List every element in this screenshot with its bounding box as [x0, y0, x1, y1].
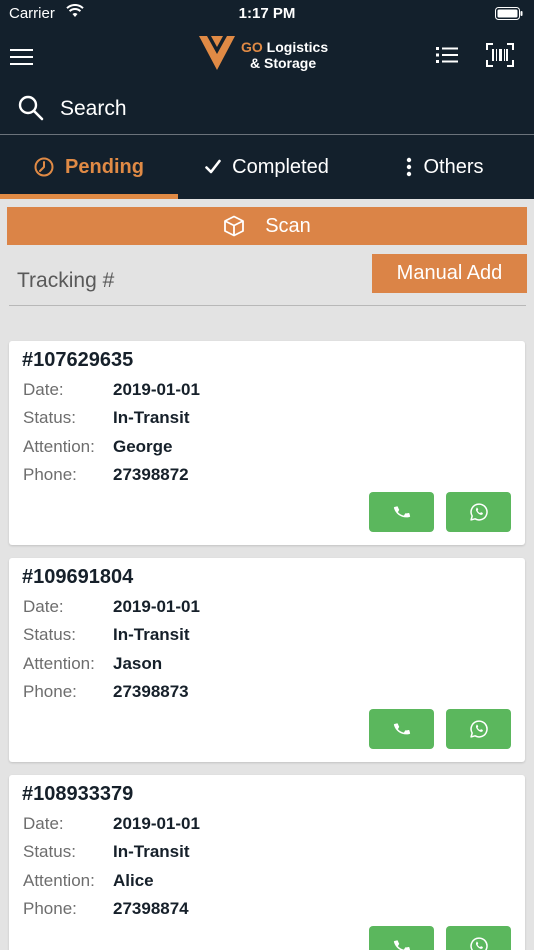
date-label: Date: [23, 814, 64, 833]
search-input[interactable]: Search [60, 97, 127, 121]
whatsapp-button[interactable] [446, 709, 511, 749]
box-icon [223, 215, 245, 237]
attention-value: Jason [113, 654, 163, 673]
whatsapp-icon [469, 503, 488, 521]
whatsapp-icon [469, 720, 488, 738]
vertical-dots-icon [406, 157, 412, 177]
date-label: Date: [23, 380, 64, 399]
brand-go: GO [241, 39, 263, 55]
checkmark-icon [205, 159, 221, 175]
status-label: Status: [23, 842, 76, 861]
status-value: In-Transit [113, 842, 190, 861]
hamburger-menu-icon[interactable] [10, 47, 34, 67]
phone-value: 27398873 [113, 682, 189, 701]
list-view-icon[interactable] [436, 46, 458, 69]
search-bar[interactable]: Search [0, 84, 534, 134]
tab-pending[interactable]: Pending [0, 135, 178, 199]
call-button[interactable] [369, 492, 434, 532]
shipment-card[interactable]: #107629635 Date: 2019-01-01 Status: In-T… [9, 341, 525, 545]
date-value: 2019-01-01 [113, 597, 200, 616]
date-value: 2019-01-01 [113, 814, 200, 833]
tracking-placeholder: Tracking # [17, 269, 115, 292]
tab-completed[interactable]: Completed [178, 135, 356, 199]
call-button[interactable] [369, 926, 434, 950]
brand-name: Logistics [266, 39, 329, 55]
clock-time: 1:17 PM [238, 5, 296, 22]
whatsapp-button[interactable] [446, 492, 511, 532]
whatsapp-icon [469, 937, 488, 950]
manual-add-button[interactable]: Manual Add [372, 254, 527, 293]
attention-label: Attention: [23, 654, 95, 673]
tracking-number: #107629635 [22, 349, 134, 371]
shipment-card[interactable]: #108933379 Date: 2019-01-01 Status: In-T… [9, 775, 525, 950]
brand-logo: GO Logistics & Storage [198, 35, 338, 73]
attention-value: Alice [113, 871, 154, 890]
attention-label: Attention: [23, 437, 95, 456]
attention-label: Attention: [23, 871, 95, 890]
shipment-card[interactable]: #109691804 Date: 2019-01-01 Status: In-T… [9, 558, 525, 762]
tab-pending-label: Pending [65, 155, 144, 178]
status-value: In-Transit [113, 625, 190, 644]
tab-others-label: Others [423, 155, 484, 178]
barcode-scan-icon[interactable] [486, 43, 514, 72]
tab-others[interactable]: Others [356, 135, 534, 199]
status-bar: Carrier 1:17 PM [0, 0, 534, 28]
battery-icon [495, 7, 523, 24]
phone-icon [393, 506, 410, 518]
status-tabs: Pending Completed Others [0, 135, 534, 199]
call-button[interactable] [369, 709, 434, 749]
clock-icon [34, 157, 54, 177]
date-label: Date: [23, 597, 64, 616]
status-label: Status: [23, 408, 76, 427]
phone-icon [393, 723, 410, 735]
scan-label: Scan [265, 214, 311, 237]
phone-label: Phone: [23, 465, 77, 484]
phone-label: Phone: [23, 682, 77, 701]
date-value: 2019-01-01 [113, 380, 200, 399]
scan-button[interactable]: Scan [7, 207, 527, 245]
attention-value: George [113, 437, 173, 456]
status-label: Status: [23, 625, 76, 644]
phone-value: 27398872 [113, 465, 189, 484]
phone-value: 27398874 [113, 899, 189, 918]
brand-sub: & Storage [250, 55, 317, 71]
tab-completed-label: Completed [232, 155, 329, 178]
tracking-number: #108933379 [22, 783, 134, 805]
logo-mark-icon [199, 36, 235, 70]
phone-icon [393, 940, 410, 950]
active-tab-indicator [0, 194, 178, 199]
search-icon [18, 95, 44, 126]
tracking-number: #109691804 [22, 566, 134, 588]
status-value: In-Transit [113, 408, 190, 427]
phone-label: Phone: [23, 899, 77, 918]
whatsapp-button[interactable] [446, 926, 511, 950]
